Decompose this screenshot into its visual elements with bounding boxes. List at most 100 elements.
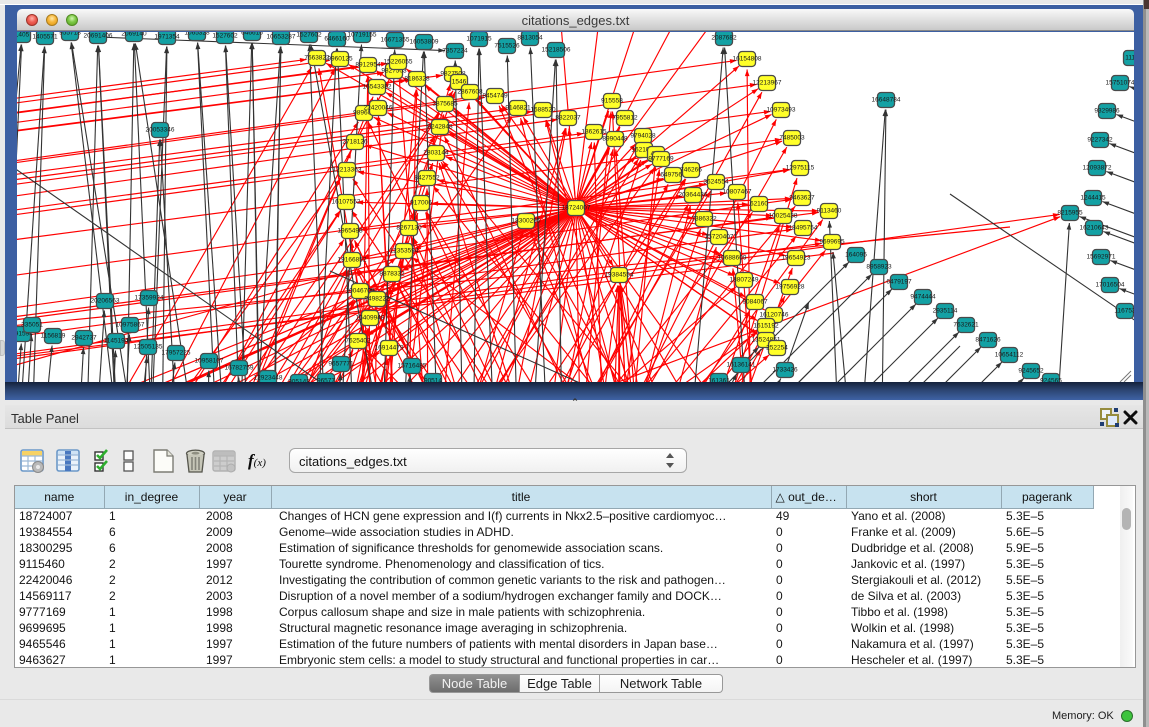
svg-text:10807467: 10807467 [723, 189, 752, 196]
svg-text:9242848: 9242848 [427, 124, 453, 131]
svg-text:10653287: 10653287 [267, 34, 296, 41]
svg-text:2069140: 2069140 [121, 32, 147, 38]
svg-text:8813054: 8813054 [517, 35, 543, 42]
svg-text:16409948: 16409948 [356, 315, 385, 322]
svg-text:9245652: 9245652 [1018, 368, 1044, 375]
svg-text:22420046: 22420046 [364, 105, 393, 112]
svg-text:3624554: 3624554 [703, 179, 729, 186]
svg-text:7955812: 7955812 [612, 115, 638, 122]
svg-text:905143: 905143 [288, 379, 310, 383]
svg-text:8471626: 8471626 [975, 337, 1001, 344]
svg-text:1405571: 1405571 [32, 34, 58, 41]
svg-text:16120746: 16120746 [760, 312, 789, 319]
svg-text:9146821: 9146821 [505, 105, 531, 112]
svg-text:2942737: 2942737 [71, 335, 97, 342]
svg-text:19166852: 19166852 [338, 257, 367, 264]
svg-text:16782759: 16782759 [225, 365, 254, 372]
svg-text:10654112: 10654112 [995, 352, 1024, 359]
svg-text:18807249: 18807249 [730, 277, 759, 284]
svg-text:7625402: 7625402 [345, 338, 371, 345]
svg-text:252254: 252254 [766, 345, 788, 352]
svg-text:10975867: 10975867 [116, 322, 145, 329]
svg-text:16914479: 16914479 [375, 345, 404, 352]
svg-text:15218506: 15218506 [542, 47, 571, 54]
svg-text:1362615: 1362615 [581, 129, 607, 136]
svg-text:7632621: 7632621 [953, 322, 979, 329]
svg-text:9227342: 9227342 [1087, 137, 1113, 144]
svg-text:2803144: 2803144 [423, 150, 449, 157]
svg-text:20364436: 20364436 [679, 192, 708, 199]
svg-text:8990448: 8990448 [602, 136, 628, 143]
svg-text:19384554: 19384554 [605, 272, 634, 279]
svg-text:15716485: 15716485 [398, 363, 427, 370]
svg-text:16136141: 16136141 [727, 362, 756, 369]
svg-text:18495754: 18495754 [789, 225, 818, 232]
svg-text:19756928: 19756928 [776, 284, 805, 291]
svg-text:9084067: 9084067 [742, 299, 768, 306]
svg-text:1065328: 1065328 [184, 32, 210, 37]
svg-text:7357224: 7357224 [442, 48, 468, 55]
svg-text:10719155: 10719155 [348, 32, 377, 39]
svg-text:2935114: 2935114 [933, 308, 958, 315]
svg-text:1156819: 1156819 [41, 333, 66, 340]
svg-text:20053346: 20053346 [146, 127, 175, 134]
svg-text:9498222: 9498222 [364, 296, 390, 303]
svg-text:1117: 1117 [1125, 55, 1134, 62]
svg-text:12975115: 12975115 [786, 165, 815, 172]
svg-text:16210643: 16210643 [1080, 225, 1109, 232]
svg-text:1965498: 1965498 [337, 228, 363, 235]
svg-text:9699695: 9699695 [819, 239, 845, 246]
svg-text:746266: 746266 [680, 167, 702, 174]
svg-text:10958107: 10958107 [195, 358, 224, 365]
svg-text:917006: 917006 [410, 200, 432, 207]
svg-text:8454749: 8454749 [482, 93, 508, 100]
svg-text:8215955: 8215955 [1057, 210, 1083, 217]
svg-text:12353594: 12353594 [390, 248, 419, 255]
svg-text:8322037: 8322037 [555, 115, 581, 122]
svg-text:96577: 96577 [317, 378, 335, 383]
svg-text:1527602: 1527602 [212, 33, 238, 40]
svg-text:3875685: 3875685 [432, 101, 458, 108]
svg-text:9657771: 9657771 [328, 361, 354, 368]
svg-text:17016504: 17016504 [1096, 282, 1125, 289]
svg-text:9463627: 9463627 [789, 195, 815, 202]
svg-text:20691406: 20691406 [84, 33, 113, 40]
svg-text:6466160: 6466160 [324, 36, 350, 43]
svg-text:15720407: 15720407 [705, 234, 734, 241]
svg-text:12923448: 12923448 [254, 375, 283, 382]
svg-text:1615192: 1615192 [753, 323, 779, 330]
svg-text:16053809: 16053809 [410, 39, 439, 46]
svg-text:62160: 62160 [750, 201, 768, 208]
svg-text:12213363: 12213363 [333, 167, 362, 174]
svg-text:915558: 915558 [601, 98, 623, 105]
svg-text:8878332: 8878332 [379, 271, 405, 278]
svg-text:1405: 1405 [17, 32, 30, 39]
svg-text:1244415: 1244415 [1080, 195, 1106, 202]
svg-text:8267130: 8267130 [396, 225, 422, 232]
svg-text:19654923: 19654923 [782, 255, 811, 262]
svg-text:164095: 164095 [845, 252, 867, 259]
svg-text:20206563: 20206563 [91, 298, 120, 305]
svg-text:2087682: 2087682 [711, 35, 737, 42]
svg-text:1971354: 1971354 [154, 34, 180, 41]
svg-text:9794028: 9794028 [630, 133, 656, 140]
svg-text:16543382: 16543382 [363, 84, 392, 91]
svg-text:9777169: 9777169 [648, 156, 674, 163]
svg-text:8912954: 8912954 [355, 62, 381, 69]
svg-text:10025438: 10025438 [769, 213, 798, 220]
svg-text:12213967: 12213967 [753, 80, 782, 87]
svg-text:16154808: 16154808 [733, 56, 762, 63]
svg-text:955718: 955718 [59, 32, 81, 37]
svg-text:12505135: 12505135 [134, 344, 163, 351]
svg-text:2718126: 2718126 [342, 139, 368, 146]
svg-text:8186328: 8186328 [404, 76, 430, 83]
svg-text:15751074: 15751074 [1106, 80, 1134, 87]
svg-text:7663822: 7663822 [304, 55, 330, 62]
svg-text:17359924: 17359924 [135, 295, 164, 302]
svg-text:7485003: 7485003 [779, 135, 805, 142]
svg-text:15226055: 15226055 [384, 59, 413, 66]
svg-text:7386322: 7386322 [691, 216, 717, 223]
svg-text:2867608: 2867608 [457, 89, 483, 96]
svg-text:8427552: 8427552 [414, 175, 440, 182]
svg-text:646616: 646616 [241, 32, 263, 37]
